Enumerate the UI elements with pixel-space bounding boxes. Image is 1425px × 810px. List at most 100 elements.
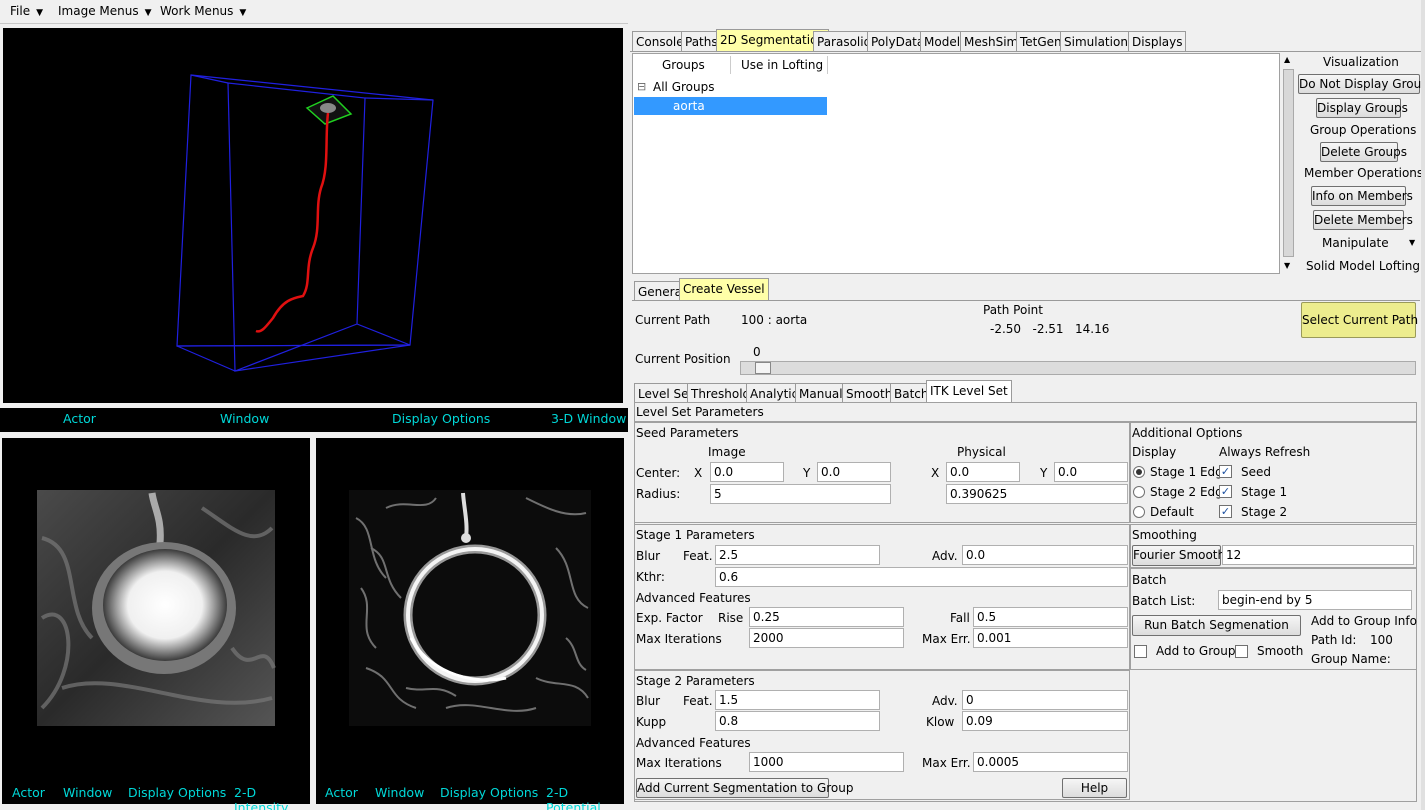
tree-item-all-groups[interactable]: All Groups	[653, 80, 714, 94]
viewport-2d-intensity[interactable]	[2, 438, 310, 804]
stage2-edge-radio[interactable]	[1133, 486, 1145, 498]
viewport-2d-potential[interactable]	[316, 438, 624, 804]
stage1-max-err-input[interactable]: 0.001	[973, 628, 1128, 648]
delete-members-button[interactable]: Delete Members	[1313, 210, 1413, 230]
run-batch-segmentation-button[interactable]: Run Batch Segmenation	[1132, 615, 1301, 636]
help-button[interactable]: Help	[1062, 778, 1127, 798]
chevron-down-icon[interactable]: ▼	[1409, 238, 1415, 247]
window-button[interactable]: Window	[63, 785, 112, 800]
stage2-adv-input[interactable]: 0	[962, 690, 1128, 710]
scroll-down-icon[interactable]: ▼	[1284, 261, 1290, 270]
seed-checkbox[interactable]: ✓	[1219, 465, 1232, 478]
tab-smooth[interactable]: Smooth	[842, 383, 897, 403]
fourier-smooth-input[interactable]: 12	[1222, 545, 1414, 565]
image-center-x-input[interactable]: 0.0	[710, 462, 784, 482]
tab-meshsim[interactable]: MeshSim	[960, 31, 1023, 51]
current-path-label: Current Path	[635, 313, 711, 327]
current-position-value: 0	[753, 345, 761, 359]
physical-center-y-input[interactable]: 0.0	[1054, 462, 1128, 482]
kupp-label: Kupp	[636, 715, 667, 729]
scrollbar-thumb[interactable]	[1283, 69, 1294, 257]
tab-displays[interactable]: Displays	[1128, 31, 1187, 51]
actor-button[interactable]: Actor	[63, 411, 96, 426]
batch-list-label: Batch List:	[1132, 594, 1196, 608]
physical-center-x-input[interactable]: 0.0	[946, 462, 1020, 482]
do-not-display-groups-button[interactable]: Do Not Display Groups	[1298, 74, 1425, 94]
blur-label: Blur	[636, 694, 661, 708]
delete-groups-button[interactable]: Delete Groups	[1320, 142, 1407, 162]
col-groups-header[interactable]: Groups	[662, 58, 705, 72]
stage1-kthr-input[interactable]: 0.6	[715, 567, 1128, 587]
stage2-max-iterations-input[interactable]: 1000	[749, 752, 904, 772]
stage2-kupp-input[interactable]: 0.8	[715, 711, 880, 731]
stage1-adv-input[interactable]: 0.0	[962, 545, 1128, 565]
tab-parasolid[interactable]: Parasolid	[813, 31, 876, 51]
window-button[interactable]: Window	[375, 785, 424, 800]
additional-options-title: Additional Options	[1132, 426, 1243, 440]
default-radio[interactable]	[1133, 506, 1145, 518]
viewport-mode-label: 2-D Intensity	[234, 785, 289, 810]
stage1-edge-radio[interactable]	[1133, 466, 1145, 478]
stage1-fall-input[interactable]: 0.5	[973, 607, 1128, 627]
stage2-label: Stage 2	[1241, 505, 1288, 519]
info-on-members-button[interactable]: Info on Members	[1311, 186, 1413, 206]
stage1-rise-input[interactable]: 0.25	[749, 607, 904, 627]
image-center-y-input[interactable]: 0.0	[817, 462, 891, 482]
stage2-max-err-input[interactable]: 0.0005	[973, 752, 1128, 772]
image-menus-label: Image Menus	[58, 4, 139, 18]
add-to-group-checkbox[interactable]	[1134, 645, 1147, 658]
display-options-button[interactable]: Display Options	[392, 411, 490, 426]
actor-button[interactable]: Actor	[325, 785, 358, 800]
tab-manual[interactable]: Manual	[795, 383, 847, 403]
stage1-title: Stage 1 Parameters	[636, 528, 755, 542]
tab-model[interactable]: Model	[920, 31, 965, 51]
solid-model-lofting-label[interactable]: Solid Model Lofting	[1306, 259, 1420, 273]
stage1-checkbox[interactable]: ✓	[1219, 485, 1232, 498]
tab-analytic[interactable]: Analytic	[746, 383, 803, 403]
tab-tetgen[interactable]: TetGen	[1016, 31, 1066, 51]
x-label: X	[694, 466, 703, 480]
viewport-3d[interactable]	[3, 28, 623, 403]
display-options-button[interactable]: Display Options	[128, 785, 226, 800]
smooth-checkbox[interactable]	[1235, 645, 1248, 658]
add-current-segmentation-button[interactable]: Add Current Segmentation to Group	[636, 778, 853, 798]
tab-itk-level-set[interactable]: ITK Level Set	[926, 380, 1012, 403]
stage1-max-iterations-input[interactable]: 2000	[749, 628, 904, 648]
position-slider[interactable]	[740, 361, 1416, 375]
image-radius-input[interactable]: 5	[710, 484, 891, 504]
stage2-checkbox[interactable]: ✓	[1219, 505, 1232, 518]
slider-handle[interactable]	[755, 362, 771, 374]
actor-button[interactable]: Actor	[12, 785, 45, 800]
groups-tree[interactable]: Groups Use in Lofting ⊟ All Groups aorta	[632, 53, 1280, 274]
stage1-feat-input[interactable]: 2.5	[715, 545, 880, 565]
groups-scrollbar[interactable]: ▲ ▼	[1281, 53, 1296, 274]
fourier-smooth-button[interactable]: Fourier Smooth:	[1132, 545, 1229, 566]
max-iterations-label: Max Iterations	[636, 756, 722, 770]
tab-threshold[interactable]: Threshold	[687, 383, 755, 403]
collapse-icon[interactable]: ⊟	[637, 80, 646, 93]
image-menus[interactable]: Image Menus ▼	[58, 4, 152, 18]
display-options-button[interactable]: Display Options	[440, 785, 538, 800]
tab-console[interactable]: Console	[632, 31, 688, 51]
stage2-feat-input[interactable]: 1.5	[715, 690, 880, 710]
batch-list-input[interactable]: begin-end by 5	[1218, 590, 1412, 610]
tree-item-aorta[interactable]: aorta	[634, 97, 827, 115]
potential-image	[349, 490, 591, 726]
display-groups-button[interactable]: Display Groups	[1316, 98, 1408, 118]
select-current-path-button[interactable]: Select Current Path	[1301, 302, 1418, 338]
blur-label: Blur	[636, 549, 661, 563]
path-point-value: -2.50 -2.51 14.16	[990, 322, 1110, 336]
col-lofting-header[interactable]: Use in Lofting	[741, 58, 823, 72]
tab-create-vessel[interactable]: Create Vessel	[679, 278, 769, 301]
physical-radius-input[interactable]: 0.390625	[946, 484, 1128, 504]
viewport-mode-label: 3-D Window	[551, 411, 627, 426]
work-menus[interactable]: Work Menus ▼	[160, 4, 246, 18]
window-button[interactable]: Window	[220, 411, 269, 426]
stage2-klow-input[interactable]: 0.09	[962, 711, 1128, 731]
file-menu[interactable]: File ▼	[10, 4, 43, 18]
tab-simulations[interactable]: Simulations	[1060, 31, 1139, 51]
chevron-down-icon: ▼	[36, 8, 44, 18]
scroll-up-icon[interactable]: ▲	[1284, 55, 1290, 64]
feat-label: Feat.	[683, 694, 713, 708]
manipulate-dropdown[interactable]: Manipulate	[1322, 236, 1389, 250]
